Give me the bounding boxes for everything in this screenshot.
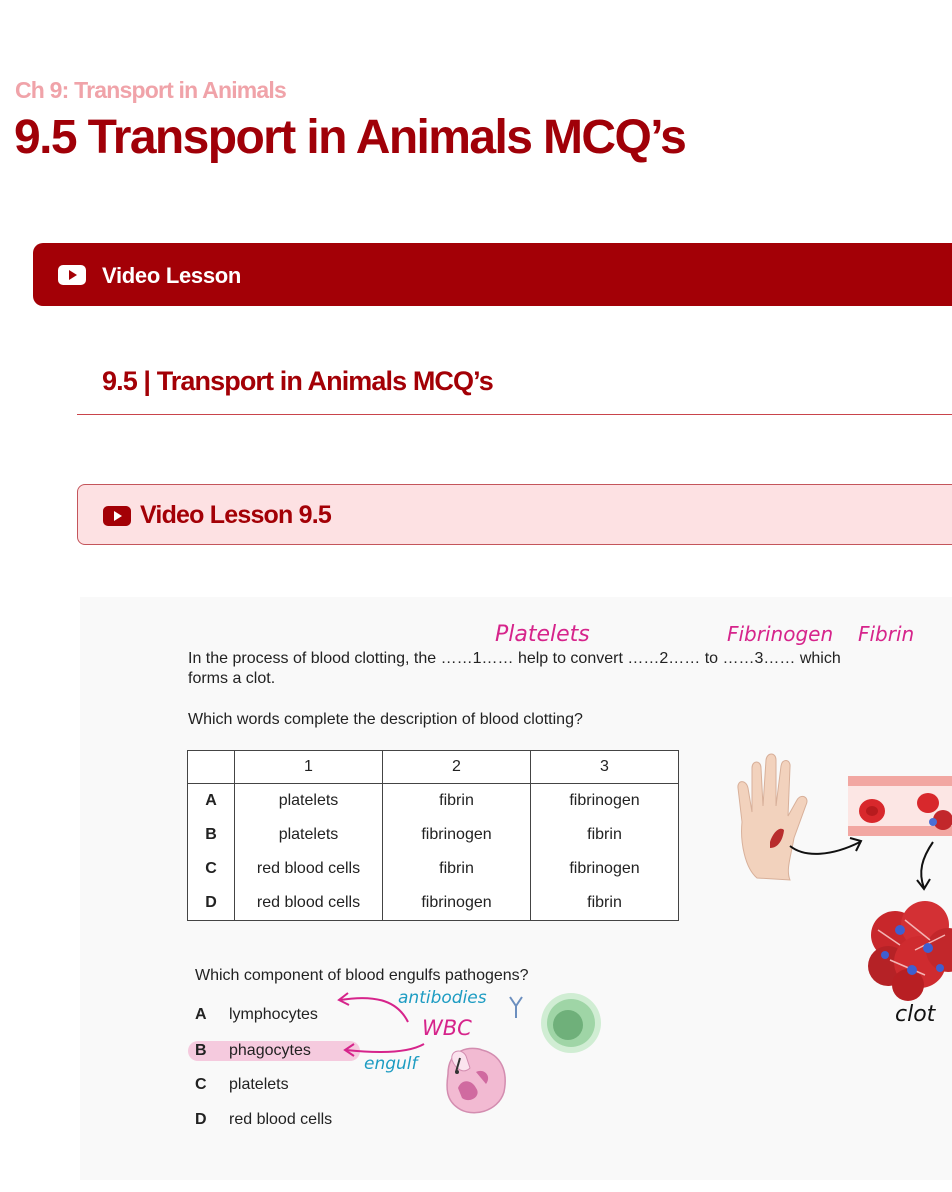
lesson-illustrations xyxy=(337,753,952,1114)
arrow-icon xyxy=(339,997,409,1023)
hand-illustration xyxy=(737,753,808,881)
phagocyte-cell-illustration xyxy=(446,1047,506,1114)
blood-clot-illustration xyxy=(868,901,952,1001)
arrow-icon xyxy=(345,1043,425,1053)
arrow-icon xyxy=(789,841,861,855)
blood-vessel-illustration xyxy=(848,776,952,836)
antibody-icon xyxy=(509,996,523,1018)
arrow-icon xyxy=(920,841,934,889)
lymphocyte-cell-illustration xyxy=(541,993,601,1053)
